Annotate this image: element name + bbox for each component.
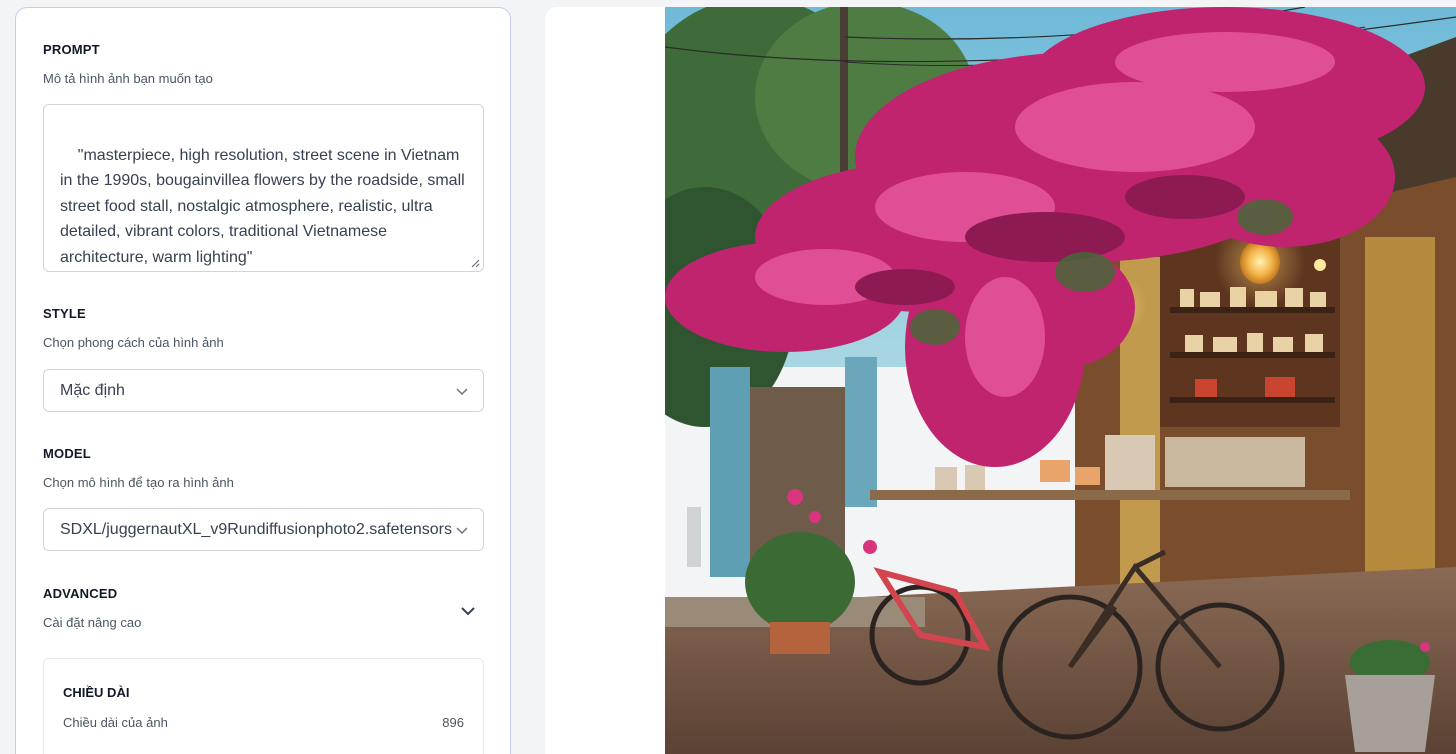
- chevron-down-icon: [456, 388, 468, 396]
- resize-handle-icon[interactable]: [470, 258, 480, 268]
- style-subtitle: Chọn phong cách của hình ảnh: [43, 335, 224, 350]
- style-select[interactable]: Mặc định: [43, 369, 484, 412]
- model-title: MODEL: [43, 446, 91, 461]
- prompt-textarea[interactable]: "masterpiece, high resolution, street sc…: [43, 104, 484, 272]
- advanced-section: ADVANCED Cài đặt nâng cao: [43, 586, 483, 630]
- style-title: STYLE: [43, 306, 86, 321]
- length-title: CHIỀU DÀI: [63, 685, 130, 700]
- prompt-section: PROMPT Mô tả hình ảnh bạn muốn tạo: [43, 42, 483, 86]
- model-section: MODEL Chọn mô hình để tạo ra hình ảnh: [43, 446, 483, 490]
- advanced-title: ADVANCED: [43, 586, 118, 601]
- preview-background: [545, 7, 665, 754]
- length-value: 896: [442, 715, 464, 730]
- length-setting-card: CHIỀU DÀI Chiều dài của ảnh 896: [43, 658, 484, 754]
- prompt-subtitle: Mô tả hình ảnh bạn muốn tạo: [43, 71, 213, 86]
- advanced-toggle-chevron-icon[interactable]: [459, 602, 477, 620]
- prompt-title: PROMPT: [43, 42, 100, 57]
- prompt-text: "masterpiece, high resolution, street sc…: [60, 146, 470, 266]
- chevron-down-icon: [455, 523, 469, 537]
- style-selected-value: Mặc định: [60, 382, 125, 399]
- settings-panel: PROMPT Mô tả hình ảnh bạn muốn tạo "mast…: [15, 7, 511, 754]
- advanced-subtitle: Cài đặt nâng cao: [43, 615, 142, 630]
- model-selected-value: SDXL/juggernautXL_v9Rundiffusionphoto2.s…: [60, 521, 452, 538]
- style-section: STYLE Chọn phong cách của hình ảnh: [43, 306, 483, 350]
- length-label: Chiều dài của ảnh: [63, 715, 168, 730]
- generated-image: [665, 7, 1456, 754]
- model-select[interactable]: SDXL/juggernautXL_v9Rundiffusionphoto2.s…: [43, 508, 484, 551]
- model-subtitle: Chọn mô hình để tạo ra hình ảnh: [43, 475, 234, 490]
